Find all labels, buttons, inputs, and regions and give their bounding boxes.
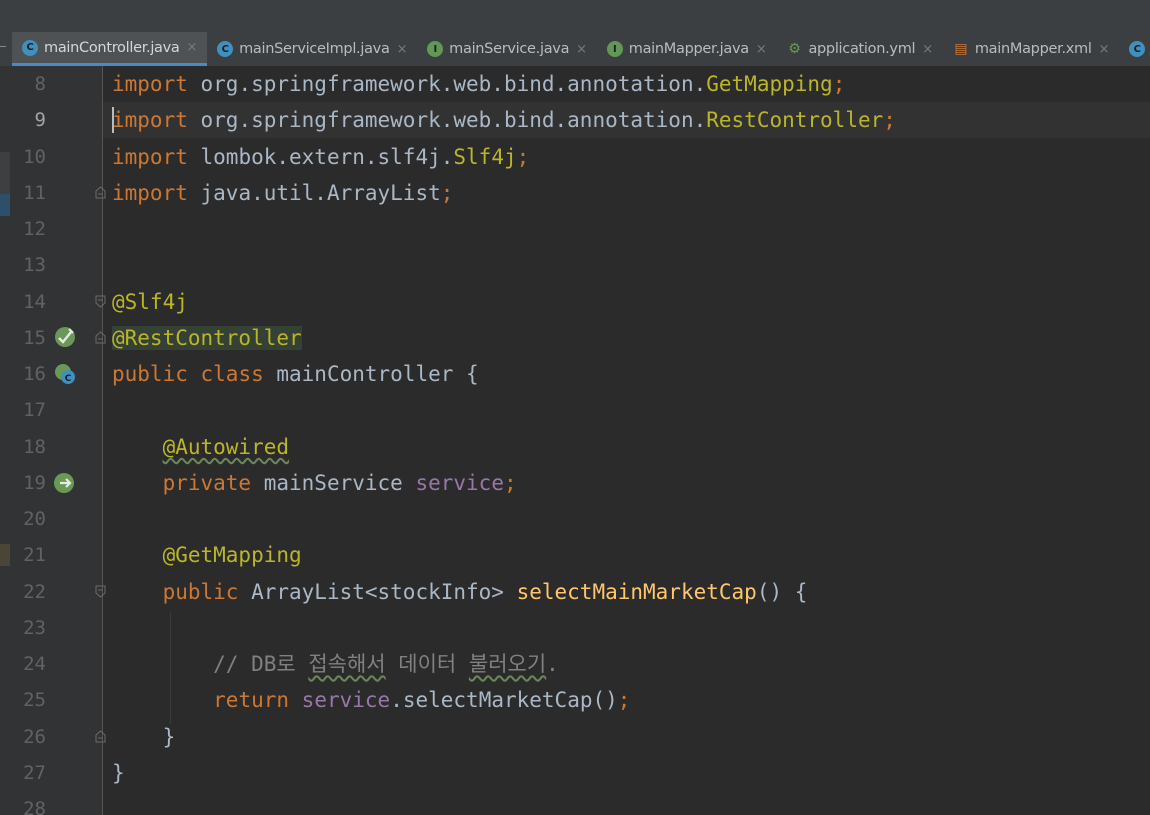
code-line[interactable]: 13: [0, 247, 1150, 283]
line-number: 28: [23, 798, 46, 815]
code-text: import org.springframework.web.bind.anno…: [112, 108, 896, 133]
code-text: public ArrayList<stockInfo> selectMainMa…: [162, 579, 808, 604]
code-text: @Autowired: [162, 434, 290, 459]
fold-end-icon[interactable]: [95, 186, 106, 199]
tab-scroll-left-indicator[interactable]: [0, 32, 12, 66]
tab-application-yml[interactable]: ⚙ application.yml ×: [776, 32, 942, 66]
code-line[interactable]: 11 import java.util.ArrayList;: [0, 175, 1150, 211]
code-text: public class mainController {: [112, 362, 479, 386]
tab-mainserviceimpl-java[interactable]: CmainServiceImpl.java ×: [207, 32, 417, 66]
fold-end-icon[interactable]: [95, 730, 106, 743]
close-icon[interactable]: ×: [397, 42, 408, 57]
autowired-navigate-icon[interactable]: [53, 471, 77, 495]
tab-label: mainService.java: [449, 41, 570, 57]
line-number: 19: [23, 471, 46, 494]
class-icon: C: [22, 39, 38, 56]
tab-mainmapper-xml[interactable]: ▤ mainMapper.xml ×: [943, 32, 1119, 66]
code-text: return service.selectMarketCap();: [213, 688, 631, 713]
line-number: 9: [34, 109, 46, 132]
code-line[interactable]: 19 private mainService service;: [0, 465, 1150, 501]
line-number: 18: [23, 435, 46, 458]
code-text: import java.util.ArrayList;: [112, 180, 454, 205]
line-number: 12: [23, 218, 46, 240]
line-number: 14: [23, 290, 46, 313]
code-line[interactable]: 20: [0, 501, 1150, 537]
code-line[interactable]: 21 @GetMapping: [0, 537, 1150, 573]
code-line[interactable]: 23: [0, 610, 1150, 646]
code-line[interactable]: 25 return service.selectMarketCap();: [0, 682, 1150, 718]
code-text: import lombok.extern.slf4j.Slf4j;: [112, 144, 530, 169]
svg-text:C: C: [65, 374, 72, 384]
tab-label: mainMapper.java: [628, 41, 749, 57]
line-number: 24: [23, 653, 46, 675]
interface-icon: I: [427, 41, 444, 57]
close-icon[interactable]: ×: [576, 42, 587, 57]
tab-label: mainServiceImpl.java: [239, 41, 390, 57]
fold-end-icon[interactable]: [95, 331, 106, 344]
code-line[interactable]: 24 // DB로 접속해서 데이터 불러오기.: [0, 646, 1150, 682]
ide-window: CmainController.java × CmainServiceImpl.ja…: [0, 0, 1150, 815]
code-text: }: [112, 724, 176, 749]
code-line[interactable]: 8 import org.springframework.web.bind.ann…: [0, 66, 1150, 102]
tab-mainmapper-java[interactable]: ImainMapper.java ×: [597, 32, 777, 66]
class-icon: C: [1129, 41, 1146, 57]
line-number: 26: [23, 725, 46, 748]
tab-label: mainMapper.xml: [974, 41, 1092, 57]
fold-start-icon[interactable]: [95, 295, 106, 308]
yml-config-icon: ⚙: [788, 41, 801, 57]
indent-guide: [170, 612, 171, 724]
close-icon[interactable]: ×: [1099, 42, 1110, 57]
line-number: 22: [23, 580, 46, 603]
editor-tab-bar: CmainController.java × CmainServiceImpl.ja…: [0, 32, 1150, 67]
code-line[interactable]: 17: [0, 392, 1150, 428]
text-caret: [112, 107, 114, 133]
code-line[interactable]: 12: [0, 211, 1150, 247]
line-number: 25: [23, 689, 46, 712]
code-line[interactable]: 15 @RestController: [0, 320, 1150, 356]
code-line[interactable]: 10 import lombok.extern.slf4j.Slf4j;: [0, 139, 1150, 175]
code-line[interactable]: 28: [0, 791, 1150, 815]
class-icon: C: [217, 41, 234, 57]
code-text: import org.springframework.web.bind.anno…: [112, 72, 846, 96]
line-number: 11: [23, 181, 46, 204]
code-text: private mainService service;: [162, 470, 517, 495]
code-line[interactable]: 9 import org.springframework.web.bind.ann…: [0, 102, 1150, 139]
code-line[interactable]: 22 public ArrayList<stockInfo> selectMai…: [0, 574, 1150, 610]
code-line[interactable]: 26 }: [0, 719, 1150, 755]
tab-mainservice-java[interactable]: ImainService.java ×: [417, 32, 597, 66]
title-strip: [0, 0, 1150, 32]
line-number: 10: [23, 145, 46, 168]
code-text: @RestController: [112, 325, 302, 350]
tab-st[interactable]: Cst: [1119, 32, 1150, 66]
close-icon[interactable]: ×: [756, 42, 767, 57]
tab-label: mainController.java: [44, 39, 180, 56]
code-text: // DB로 접속해서 데이터 불러오기.: [213, 652, 559, 676]
line-number: 8: [34, 73, 46, 95]
line-number: 20: [23, 508, 46, 530]
line-number: 13: [23, 254, 46, 277]
code-text: }: [112, 760, 125, 785]
tab-label: application.yml: [808, 41, 916, 57]
code-text: @GetMapping: [162, 543, 302, 568]
code-editor[interactable]: 8 import org.springframework.web.bind.ann…: [0, 66, 1150, 815]
code-line[interactable]: 27}: [0, 755, 1150, 791]
line-number: 17: [23, 399, 46, 422]
close-icon[interactable]: ×: [187, 40, 198, 55]
line-number: 23: [23, 616, 46, 639]
line-number: 15: [23, 326, 46, 349]
tab-maincontroller-java[interactable]: CmainController.java ×: [12, 32, 208, 66]
spring-controller-icon[interactable]: C: [53, 362, 77, 386]
code-line[interactable]: 16 public class mainController {: [0, 356, 1150, 392]
code-line[interactable]: 14 @Slf4j: [0, 284, 1150, 320]
interface-icon: I: [606, 41, 623, 57]
spring-bean-icon[interactable]: [53, 325, 77, 349]
code-text: @Slf4j: [112, 289, 188, 314]
code-line[interactable]: 18 @Autowired: [0, 429, 1150, 465]
line-number: 21: [23, 544, 46, 567]
line-number: 16: [23, 363, 46, 385]
fold-start-icon[interactable]: [95, 585, 106, 598]
line-number: 27: [23, 761, 46, 784]
close-icon[interactable]: ×: [922, 42, 933, 57]
xml-file-icon: ▤: [954, 41, 968, 57]
